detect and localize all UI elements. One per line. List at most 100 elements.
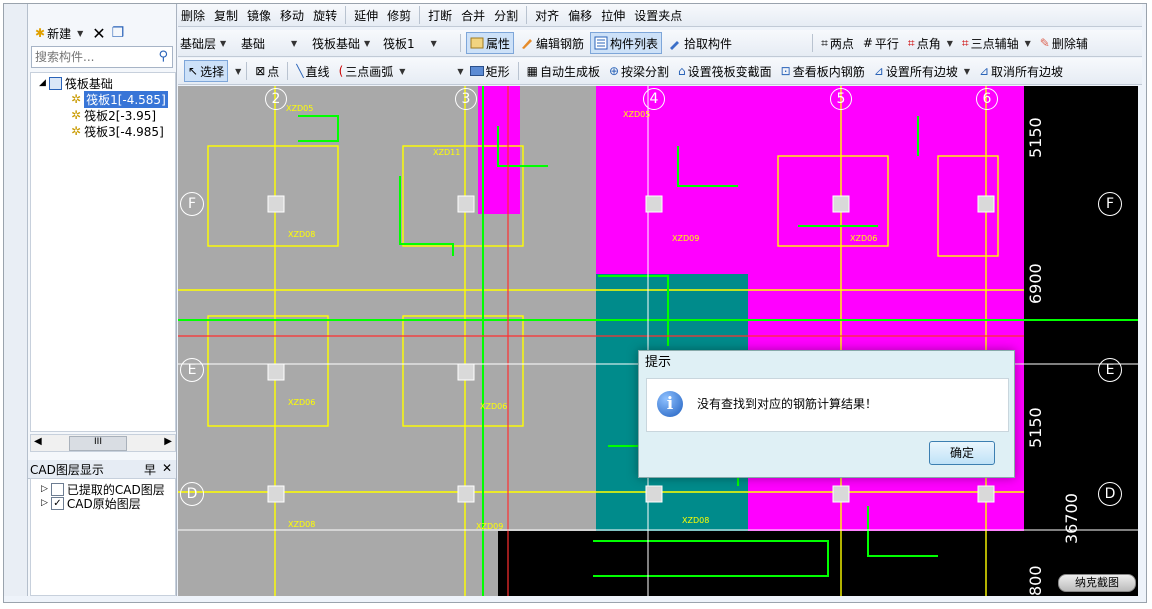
- properties-icon: [470, 37, 484, 49]
- toolbar-edit-item[interactable]: 拉伸: [598, 5, 628, 25]
- pin-icon[interactable]: 早: [144, 461, 156, 478]
- set-section-button[interactable]: ⌂ 设置筏板变截面: [675, 61, 775, 81]
- expand-icon[interactable]: ▷: [41, 498, 48, 508]
- toolbar-edit-item[interactable]: 对齐: [532, 5, 562, 25]
- collapse-icon[interactable]: ◢: [39, 78, 46, 88]
- grid-icon: ▦: [526, 64, 538, 78]
- edit-rebar-button[interactable]: 编辑钢筋: [517, 33, 587, 53]
- chevron-down-icon[interactable]: ▼: [457, 67, 463, 76]
- close-icon[interactable]: ✕: [162, 461, 172, 475]
- cancel-slopes-button[interactable]: ⊿ 取消所有边坡: [976, 61, 1066, 81]
- expand-icon[interactable]: ▷: [41, 484, 48, 494]
- tree-item[interactable]: ✲ 筏板3[-4.985]: [71, 123, 164, 139]
- chevron-down-icon: ▼: [364, 38, 371, 48]
- layer-list: ▷ 已提取的CAD图层 ▷ ✓ CAD原始图层: [30, 478, 176, 596]
- cancel-slopes-label: 取消所有边坡: [991, 64, 1064, 79]
- screenshot-tool-button[interactable]: 纳克截图: [1058, 574, 1136, 592]
- tree-item-label: 筏板1[-4.585]: [84, 90, 168, 108]
- search-icon[interactable]: ⚲: [158, 49, 168, 64]
- new-button[interactable]: ✱ 新建 ▼: [32, 23, 86, 43]
- point-button[interactable]: ⊠ 点: [252, 61, 282, 81]
- two-points-button[interactable]: ⌗ 两点: [818, 33, 857, 53]
- chevron-down-icon[interactable]: ▼: [235, 67, 241, 76]
- raft-folder-icon: [48, 76, 62, 90]
- arc-button[interactable]: (三点画弧 ▼: [336, 61, 409, 81]
- cad-drawing[interactable]: [178, 86, 1138, 596]
- type-select[interactable]: 筏板基础 ▼: [310, 33, 378, 53]
- gear-icon: ✲: [71, 92, 82, 106]
- pick-component-button[interactable]: 拾取构件: [665, 33, 735, 53]
- eyedropper-icon: [670, 41, 680, 50]
- layer-checkbox[interactable]: ✓: [50, 496, 64, 510]
- floor-select[interactable]: 基础层 ▼: [178, 33, 236, 53]
- delete-icon[interactable]: ✕: [92, 24, 105, 43]
- select-button[interactable]: ↖ 选择: [184, 60, 229, 82]
- layer-label: CAD原始图层: [66, 496, 141, 511]
- chevron-down-icon: ▼: [291, 38, 298, 48]
- toolbar-edit-item[interactable]: 删除: [178, 5, 208, 25]
- chevron-down-icon: ▼: [430, 38, 437, 48]
- copy-icon[interactable]: ❐: [112, 25, 125, 41]
- three-point-axis-button[interactable]: ⌗ 三点辅轴 ▼: [959, 33, 1034, 53]
- toolbar-edit-item[interactable]: 修剪: [384, 5, 414, 25]
- line-button[interactable]: ╲ 直线: [293, 61, 332, 81]
- dialog-body: i 没有查找到对应的钢筋计算结果！: [646, 378, 1009, 432]
- chevron-down-icon: ▼: [220, 38, 227, 48]
- cursor-icon: ↖: [188, 64, 199, 78]
- properties-button[interactable]: 属性: [466, 32, 515, 54]
- separator: [287, 62, 289, 80]
- type-select-value: 筏板基础: [312, 36, 361, 51]
- search-input[interactable]: [32, 47, 153, 67]
- scroll-right-icon[interactable]: ▶: [164, 436, 172, 447]
- three-point-axis-label: 三点辅轴: [970, 36, 1019, 51]
- toolbar-edit-item[interactable]: 旋转: [310, 5, 340, 25]
- axis-bubble: D: [180, 482, 204, 506]
- scroll-thumb[interactable]: III: [69, 436, 127, 451]
- component-label: XZD05: [286, 104, 314, 113]
- category-select[interactable]: 基础 ▼: [239, 33, 307, 53]
- view-rebar-button[interactable]: ⊡ 查看板内钢筋: [778, 61, 868, 81]
- toolbar-edit-item[interactable]: 分割: [491, 5, 521, 25]
- axis-bubble: 3: [455, 88, 477, 110]
- floor-select-value: 基础层: [180, 36, 217, 51]
- component-label: XZD11: [433, 148, 461, 157]
- dialog-title: 提示: [645, 355, 672, 370]
- toolbar-edit-item[interactable]: 移动: [277, 5, 307, 25]
- view-rebar-label: 查看板内钢筋: [792, 64, 865, 79]
- toolbar-edit-item[interactable]: 偏移: [565, 5, 595, 25]
- axis-icon: ⌗: [907, 35, 915, 50]
- search-box: ⚲: [31, 46, 173, 68]
- layer-item[interactable]: ▷ ✓ CAD原始图层: [41, 495, 141, 511]
- point-angle-button[interactable]: ⌗ 点角 ▼: [905, 33, 956, 53]
- ok-button[interactable]: 确定: [929, 441, 995, 465]
- axis-bubble: E: [1098, 358, 1122, 382]
- component-label: XZD06: [850, 234, 878, 243]
- toolbar-edit-item[interactable]: 延伸: [351, 5, 381, 25]
- arc-label: 三点画弧: [345, 64, 394, 79]
- point-angle-label: 点角: [916, 36, 941, 51]
- toolbar-edit-item[interactable]: 设置夹点: [631, 5, 685, 25]
- toolbar-edit-item[interactable]: 镜像: [244, 5, 274, 25]
- parallel-button[interactable]: # 平行: [860, 33, 902, 53]
- auto-slab-button[interactable]: ▦ 自动生成板: [524, 61, 603, 81]
- toolbar-edit-item[interactable]: 打断: [425, 5, 455, 25]
- component-list-button[interactable]: 构件列表: [590, 32, 663, 54]
- split-by-beam-button[interactable]: ⊕ 按梁分割: [606, 61, 672, 81]
- delete-axis-button[interactable]: ✎ 删除辅: [1037, 33, 1091, 53]
- rect-label: 矩形: [485, 64, 510, 79]
- axis-bubble: E: [180, 358, 204, 382]
- set-slopes-button[interactable]: ⊿ 设置所有边坡 ▼: [871, 61, 973, 81]
- horizontal-scrollbar[interactable]: ◀ III ▶: [30, 434, 176, 452]
- rect-button[interactable]: 矩形: [467, 61, 513, 81]
- component-list-label: 构件列表: [610, 36, 659, 51]
- layer-checkbox[interactable]: [50, 482, 64, 496]
- toolbar-edit-item[interactable]: 合并: [458, 5, 488, 25]
- two-points-label: 两点: [829, 36, 854, 51]
- scroll-left-icon[interactable]: ◀: [34, 436, 42, 447]
- tree-item[interactable]: ✲ 筏板1[-4.585]: [71, 90, 168, 108]
- element-select[interactable]: 筏板1 ▼: [381, 33, 455, 53]
- drawing-canvas[interactable]: 2 3 4 5 6 F E D F E D 5150 6900 5150 367…: [178, 86, 1138, 596]
- toolbar-edit-item[interactable]: 复制: [211, 5, 241, 25]
- tree-root[interactable]: ◢ 筏板基础: [39, 75, 113, 91]
- tree-item[interactable]: ✲ 筏板2[-3.95]: [71, 107, 156, 123]
